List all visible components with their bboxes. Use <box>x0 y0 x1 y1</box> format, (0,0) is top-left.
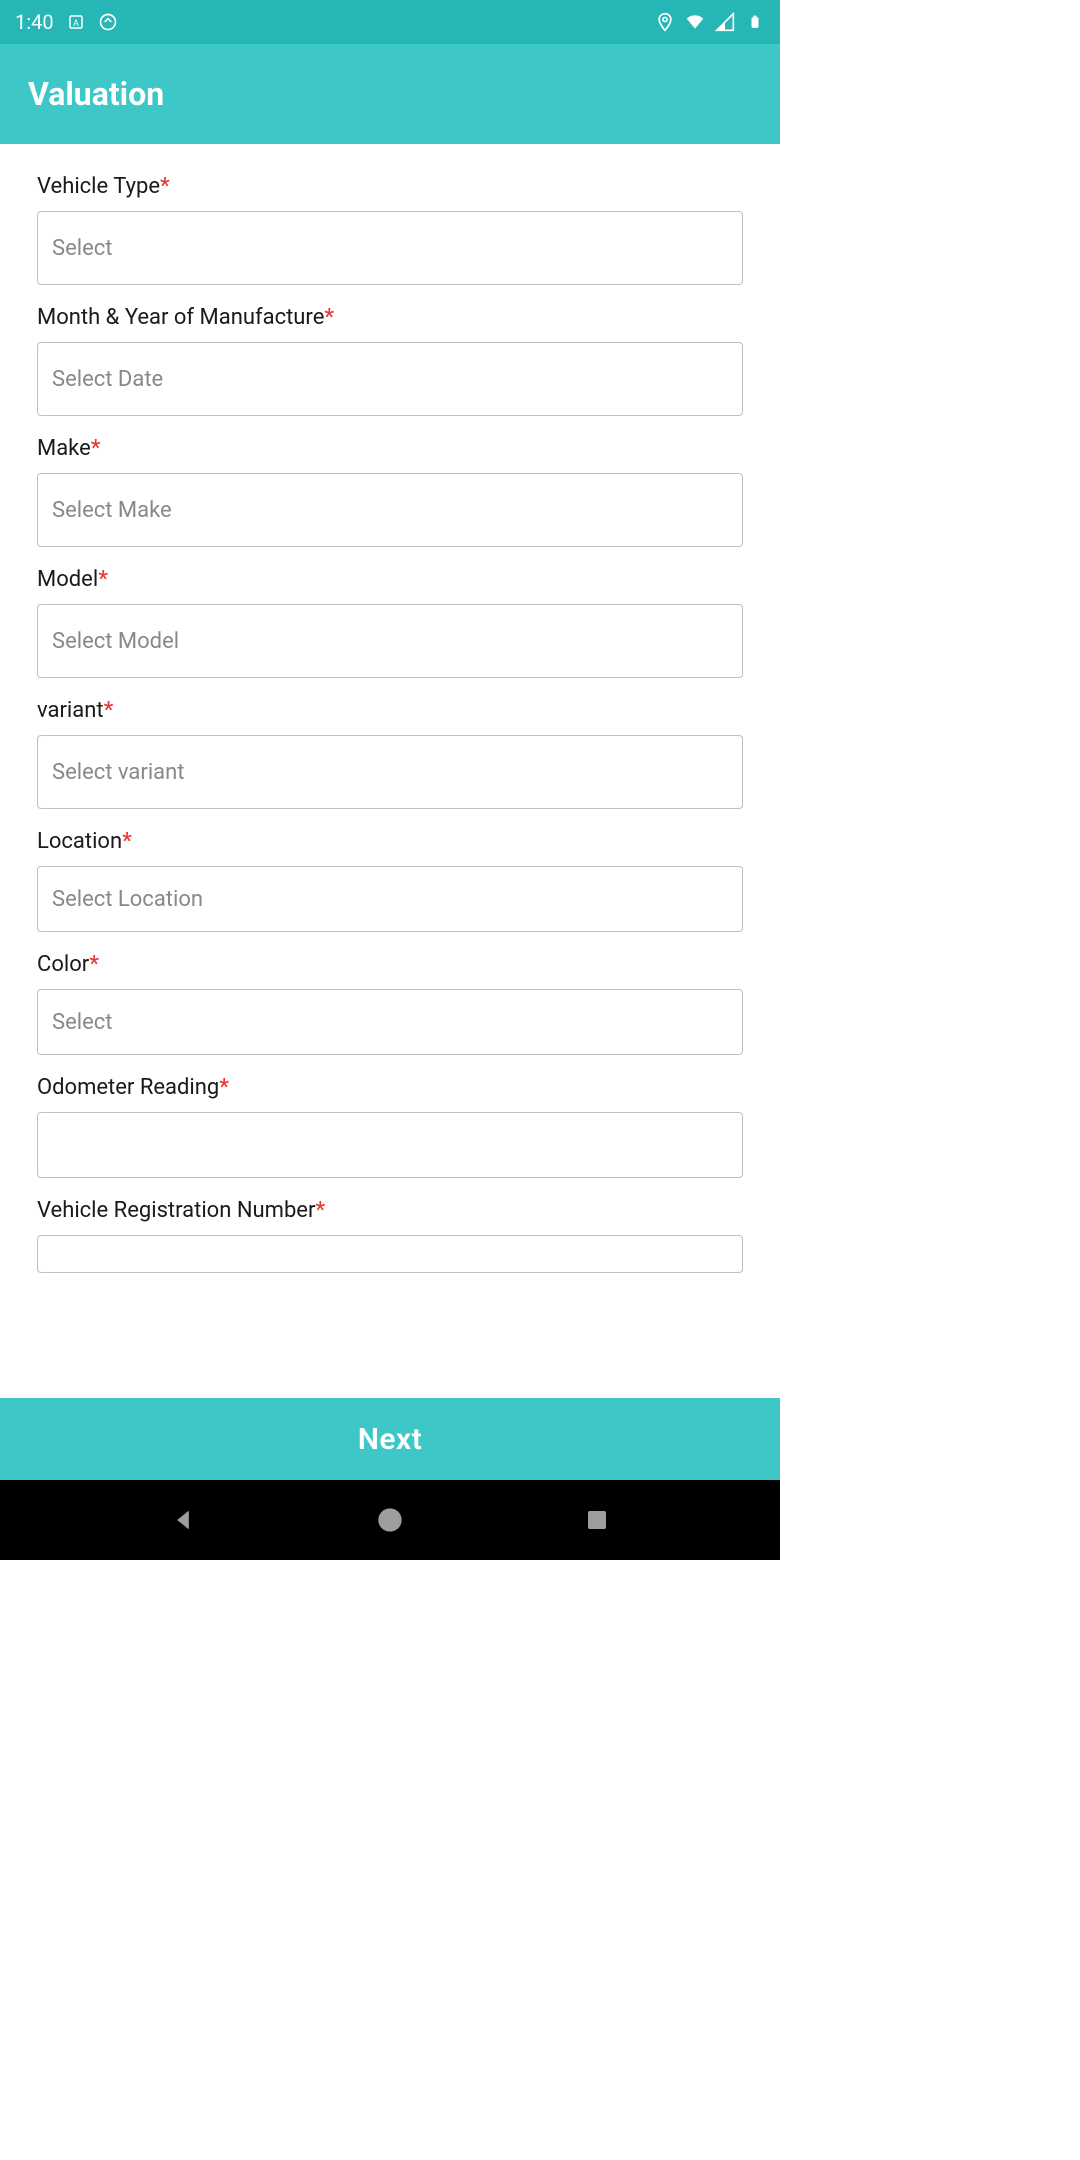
manufacture-date-label: Month & Year of Manufacture* <box>37 305 743 330</box>
color-label: Color* <box>37 952 743 977</box>
odometer-label: Odometer Reading* <box>37 1075 743 1100</box>
navigation-bar <box>0 1480 780 1560</box>
model-select[interactable] <box>37 604 743 678</box>
make-field: Make* <box>37 436 743 547</box>
required-indicator: * <box>122 829 132 854</box>
location-select[interactable] <box>37 866 743 932</box>
make-select[interactable] <box>37 473 743 547</box>
form-container: Vehicle Type* Month & Year of Manufactur… <box>0 144 780 1398</box>
app-header: Valuation <box>0 44 780 144</box>
variant-select[interactable] <box>37 735 743 809</box>
back-button[interactable] <box>165 1502 201 1538</box>
variant-label: variant* <box>37 698 743 723</box>
required-indicator: * <box>315 1198 325 1223</box>
make-label: Make* <box>37 436 743 461</box>
recent-apps-button[interactable] <box>579 1502 615 1538</box>
next-button[interactable]: Next <box>0 1398 780 1480</box>
model-label: Model* <box>37 567 743 592</box>
home-button[interactable] <box>372 1502 408 1538</box>
vehicle-type-label: Vehicle Type* <box>37 174 743 199</box>
location-icon <box>655 12 675 32</box>
status-right <box>655 12 765 32</box>
manufacture-date-field: Month & Year of Manufacture* <box>37 305 743 416</box>
required-indicator: * <box>104 698 114 723</box>
page-title: Valuation <box>28 75 164 113</box>
location-field: Location* <box>37 829 743 932</box>
signal-icon <box>715 12 735 32</box>
model-field: Model* <box>37 567 743 678</box>
odometer-field: Odometer Reading* <box>37 1075 743 1178</box>
vehicle-type-field: Vehicle Type* <box>37 174 743 285</box>
status-bar: 1:40 A <box>0 0 780 44</box>
registration-field: Vehicle Registration Number* <box>37 1198 743 1273</box>
color-select[interactable] <box>37 989 743 1055</box>
required-indicator: * <box>219 1075 229 1100</box>
location-label: Location* <box>37 829 743 854</box>
required-indicator: * <box>324 305 334 330</box>
text-input-icon: A <box>66 12 86 32</box>
required-indicator: * <box>160 174 170 199</box>
registration-label: Vehicle Registration Number* <box>37 1198 743 1223</box>
status-left: 1:40 A <box>15 10 118 34</box>
no-rotation-icon <box>98 12 118 32</box>
color-field: Color* <box>37 952 743 1055</box>
wifi-icon <box>685 12 705 32</box>
vehicle-type-select[interactable] <box>37 211 743 285</box>
required-indicator: * <box>91 436 101 461</box>
status-time: 1:40 <box>15 10 54 34</box>
required-indicator: * <box>98 567 108 592</box>
manufacture-date-select[interactable] <box>37 342 743 416</box>
required-indicator: * <box>89 952 99 977</box>
svg-text:A: A <box>73 19 79 29</box>
registration-input[interactable] <box>37 1235 743 1273</box>
odometer-input[interactable] <box>37 1112 743 1178</box>
variant-field: variant* <box>37 698 743 809</box>
battery-icon <box>745 12 765 32</box>
